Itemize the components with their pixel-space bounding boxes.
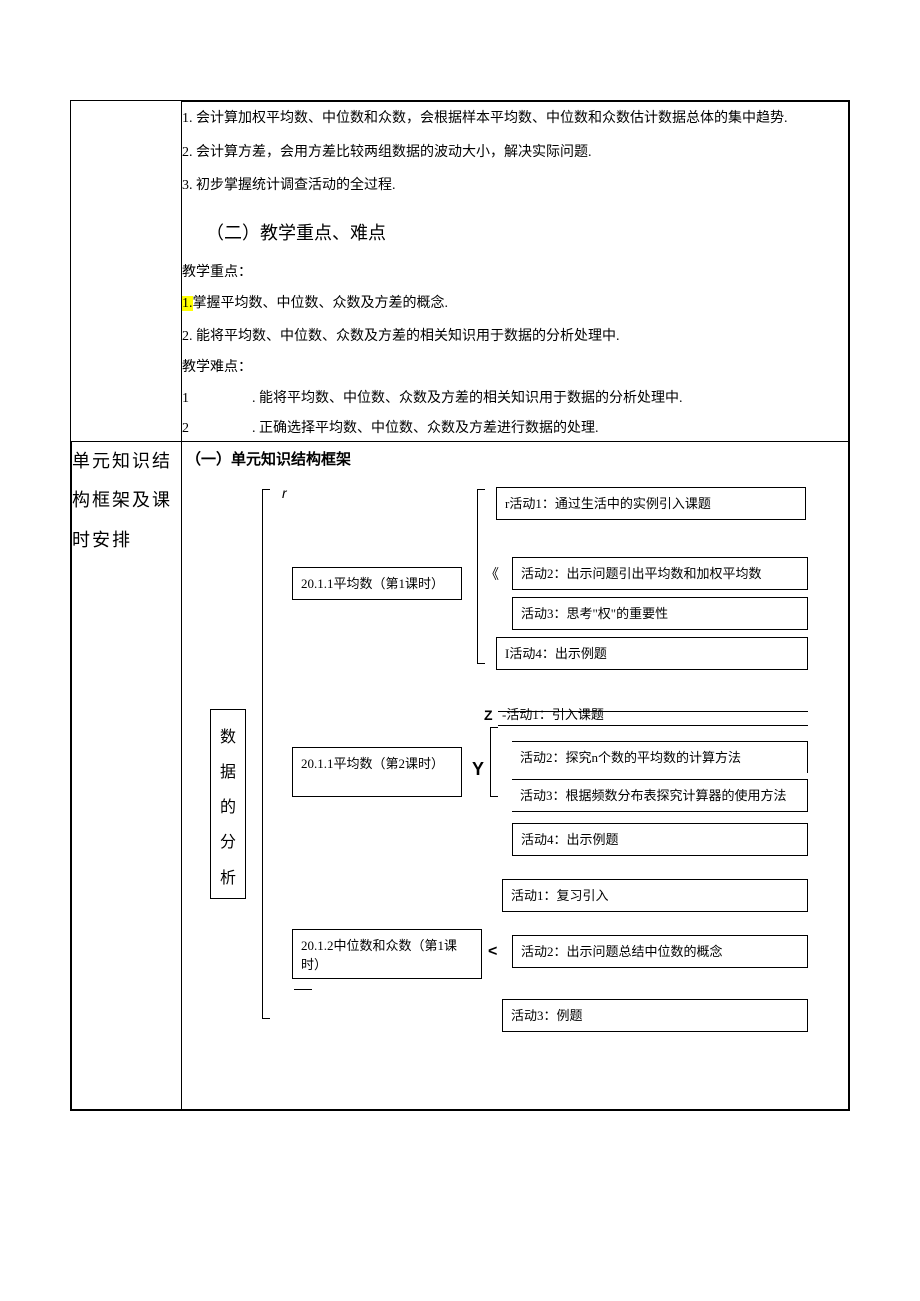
lesson1-activity-2: 活动2：出示问题引出平均数和加权平均数 [512,557,808,591]
lesson2-activity-1: -活动1：引入课题 [502,704,604,723]
lesson2-bracket [490,727,498,797]
lesson1-activity-4: I活动4：出示例题 [496,637,808,671]
section-heading-focus: （二）教学重点、难点 [206,215,848,251]
row2-left-label: 单元知识结构框架及课时安排 [72,441,182,1109]
row2-content: （一）单元知识结构框架 数据的分析 r 20.1.1平均数（第1课时） 《 r活… [182,441,849,1109]
framework-title: （一）单元知识结构框架 [186,448,848,469]
glyph-lt: < [488,943,497,961]
lesson2-activity-4: 活动4：出示例题 [512,823,808,857]
lesson2-a1-bottomline [498,725,808,726]
root-node: 数据的分析 [210,709,246,899]
objective-2: 2. 会计算方差，会用方差比较两组数据的波动大小，解决实际问题. [182,136,848,170]
glyph-y: Y [472,759,484,780]
row1-content: 1. 会计算加权平均数、中位数和众数，会根据样本平均数、中位数和众数估计数据总体… [182,102,849,442]
lesson2-activity-3: 活动3：根据频数分布表探究计算器的使用方法 [512,779,808,813]
lesson3-activity-1: 活动1：复习引入 [502,879,808,913]
difficulty-item-2: 2 . 正确选择平均数、中位数、众数及方差进行数据的处理. [182,416,848,441]
highlight-marker: 1. [182,296,193,311]
focus-label: 教学重点： [182,259,848,287]
lesson3-activity-2: 活动2：出示问题总结中位数的概念 [512,935,808,969]
lesson1-activity-3: 活动3：思考"权"的重要性 [512,597,808,631]
focus-item-1: 1.掌握平均数、中位数、众数及方差的概念. [182,287,848,321]
difficulty-label: 教学难点： [182,354,848,382]
objective-3: 3. 初步掌握统计调查活动的全过程. [182,169,848,203]
dash-mark [294,989,312,990]
lesson3-activity-3: 活动3：例题 [502,999,808,1033]
lesson2-title: 20.1.1平均数（第2课时） [292,747,462,797]
objective-1: 1. 会计算加权平均数、中位数和众数，会根据样本平均数、中位数和众数估计数据总体… [182,102,848,136]
lesson1-bracket [477,489,485,664]
lesson1-title: 20.1.1平均数（第1课时） [292,567,462,601]
glyph-r-top: r [282,485,287,501]
row1-left-empty [72,102,182,442]
knowledge-structure-diagram: 数据的分析 r 20.1.1平均数（第1课时） 《 r活动1：通过生活中的实例引… [182,479,848,1109]
focus-item-2: 2. 能将平均数、中位数、众数及方差的相关知识用于数据的分析处理中. [182,320,848,354]
lesson3-title: 20.1.2中位数和众数（第1课时） [292,929,482,979]
open-quote-glyph: 《 [485,564,499,584]
lesson2-activity-2: 活动2：探究n个数的平均数的计算方法 [512,741,808,774]
glyph-z: Z [484,707,493,723]
difficulty-item-1: 1 . 能将平均数、中位数、众数及方差的相关知识用于数据的分析处理中. [182,382,848,416]
root-bracket [262,489,270,1019]
lesson1-activity-1: r活动1：通过生活中的实例引入课题 [496,487,806,521]
